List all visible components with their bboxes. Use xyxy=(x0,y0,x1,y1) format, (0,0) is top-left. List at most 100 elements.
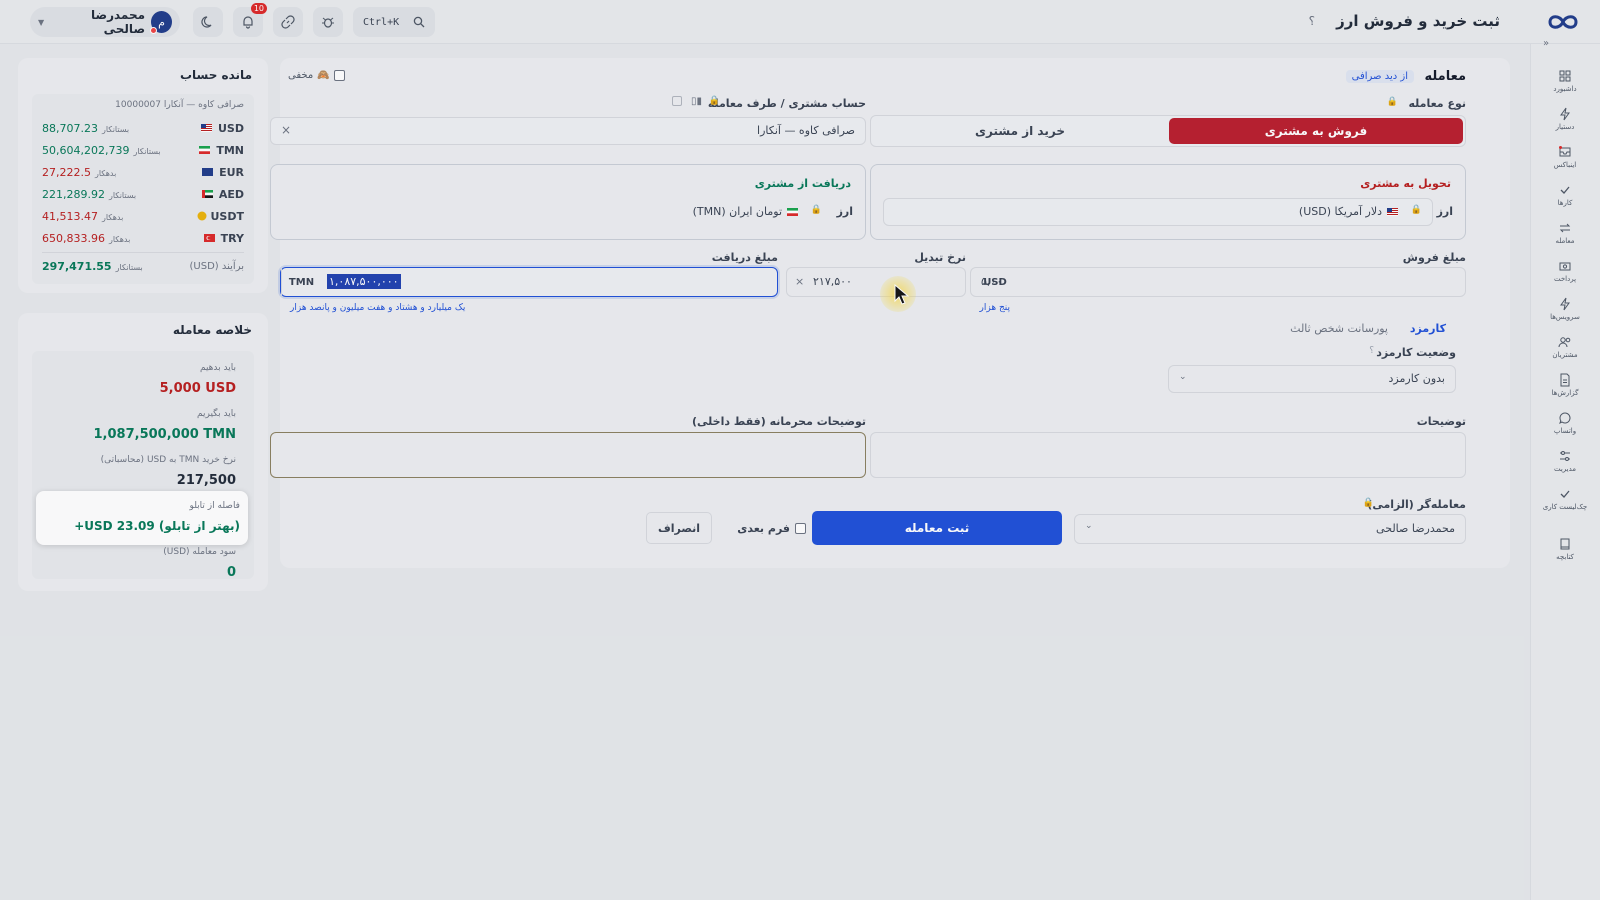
receive-currency: تومان ایران (TMN) xyxy=(693,205,800,218)
nav-item-customers[interactable]: مشتریان xyxy=(1530,334,1600,359)
balance-tag: بدهکار xyxy=(101,212,124,222)
account-select[interactable]: صرافی کاوه — آنکارا × xyxy=(270,117,866,145)
chart-icon[interactable]: ▮▯ xyxy=(691,96,702,107)
receive-currency-select[interactable]: تومان ایران (TMN) 🔒 xyxy=(283,198,833,226)
balance-row-tmn: TMN 50,604,202,739 بستانکار xyxy=(42,140,244,160)
trader-select[interactable]: محمدرضا صالحی ⌄ xyxy=(1074,514,1466,544)
section-title: معامله xyxy=(1424,69,1466,84)
bug-icon xyxy=(322,17,334,28)
notifications-button[interactable]: 10 xyxy=(233,3,267,37)
board-distance-card: فاصله از تابلو (بهتر از تابلو) USD 23.09… xyxy=(36,491,248,545)
balance-currency: USD xyxy=(218,121,244,135)
uae-flag-icon xyxy=(201,190,213,198)
tab-third-party-commission[interactable]: پورسانت شخص ثالث xyxy=(1290,322,1388,335)
rate-summary-value: 217,500 xyxy=(176,473,236,488)
nav-item-handbook[interactable]: کتابچه xyxy=(1530,536,1600,561)
help-icon[interactable]: ؟ xyxy=(1369,346,1374,356)
nav-label: پرداخت xyxy=(1553,275,1577,283)
help-icon[interactable]: ؟ xyxy=(1309,14,1315,28)
link-button[interactable] xyxy=(273,7,303,37)
nav-item-services[interactable]: سرویس‌ها xyxy=(1530,296,1600,321)
nav-label: معامله xyxy=(1555,237,1575,245)
nav-item-inbox[interactable]: اینباکس xyxy=(1530,144,1600,169)
nav-item-reports[interactable]: گزارش‌ها xyxy=(1530,372,1600,397)
account-label: حساب مشتری / طرف معامله xyxy=(707,97,866,110)
private-notes-textarea[interactable] xyxy=(270,432,866,478)
lock-icon: 🔒 xyxy=(1410,205,1422,215)
balance-currency: AED xyxy=(218,187,244,201)
nav-item-management[interactable]: مدیریت xyxy=(1530,448,1600,473)
nav-item-tasks[interactable]: کارها xyxy=(1530,182,1600,207)
clear-icon[interactable]: × xyxy=(281,123,291,137)
section-subtitle-badge: از دید صرافی xyxy=(1345,70,1414,83)
tab-fee[interactable]: کارمزد xyxy=(1410,322,1446,335)
trader-value: محمدرضا صالحی xyxy=(1376,522,1455,535)
sell-amount-input[interactable]: ۵,۰۰۰ xyxy=(970,267,1466,297)
fee-status-select[interactable]: بدون کارمزد ⌄ xyxy=(1168,365,1456,393)
balance-value: 650,833.96 xyxy=(42,231,105,245)
next-form-checkbox[interactable] xyxy=(795,523,806,534)
trade-type-segmented: فروش به مشتری خرید از مشتری xyxy=(870,115,1466,147)
notes-label: توضیحات xyxy=(1416,415,1466,428)
book-icon xyxy=(1560,538,1570,550)
profit-value: 0 xyxy=(226,565,236,580)
nav-item-dashboard[interactable]: داشبورد xyxy=(1530,68,1600,93)
users-icon xyxy=(1558,337,1571,348)
nav-label: دستیار xyxy=(1555,123,1575,131)
search-button[interactable]: Ctrl+K xyxy=(353,7,435,37)
submit-trade-button[interactable]: ثبت معامله xyxy=(812,511,1062,545)
bug-report-button[interactable] xyxy=(313,7,343,37)
next-form-toggle[interactable]: فرم بعدی xyxy=(737,522,806,535)
checklist-icon xyxy=(1560,490,1570,498)
nav-label: مدیریت xyxy=(1553,465,1577,473)
payment-icon xyxy=(1559,262,1571,271)
services-icon xyxy=(1560,297,1570,311)
nav-label: اینباکس xyxy=(1553,161,1577,169)
nav-label: داشبورد xyxy=(1553,85,1577,93)
balance-row-try: TRY 650,833.96 بدهکار xyxy=(42,228,244,248)
theme-toggle-button[interactable] xyxy=(193,7,223,37)
user-menu[interactable]: م محمدرضا صالحی ▼ xyxy=(30,7,180,37)
cancel-button[interactable]: انصراف xyxy=(646,512,712,544)
lock-icon: 🔒 xyxy=(810,205,822,215)
hidden-checkbox[interactable] xyxy=(333,70,345,81)
receive-amount-label: مبلغ دریافت xyxy=(711,251,778,264)
nav-item-trade[interactable]: معامله xyxy=(1530,220,1600,245)
balance-account: صرافی کاوه — آنکارا 10000007 xyxy=(115,100,244,110)
hidden-icon: 🙈 xyxy=(317,70,330,81)
user-name: محمدرضا صالحی xyxy=(90,8,146,36)
notes-textarea[interactable] xyxy=(870,432,1466,478)
sell-amount-currency: USD xyxy=(983,276,1007,288)
copy-icon[interactable] xyxy=(672,96,682,106)
balance-currency: TRY xyxy=(220,231,244,245)
nav-item-whatsapp[interactable]: واتساپ xyxy=(1530,410,1600,435)
account-balance-card: مانده حساب صرافی کاوه — آنکارا 10000007 … xyxy=(18,58,268,293)
rate-summary-label: نرخ خرید TMN به USD (محاسباتی) xyxy=(100,455,236,465)
nav-item-payment[interactable]: پرداخت xyxy=(1530,258,1600,283)
iran-flag-icon xyxy=(199,146,211,154)
rate-input[interactable]: ۲۱۷,۵۰۰ × xyxy=(786,267,966,297)
receive-amount-input[interactable]: ۱,۰۸۷,۵۰۰,۰۰۰ TMN xyxy=(280,267,778,297)
sell-to-customer-button[interactable]: فروش به مشتری xyxy=(1169,118,1463,144)
hidden-toggle[interactable]: 🙈 مخفی xyxy=(288,70,345,81)
report-icon xyxy=(1560,373,1570,387)
balance-currency: USDT xyxy=(210,209,245,223)
app-logo-icon xyxy=(1548,15,1578,29)
balance-row-usd: USD 88,707.23 بستانکار xyxy=(42,118,244,138)
balance-value: 221,289.92 xyxy=(42,187,105,201)
avatar: م xyxy=(150,11,172,34)
lock-icon: 🔒 xyxy=(1362,498,1374,508)
page-title: ثبت خرید و فروش ارز xyxy=(1336,12,1500,30)
buy-from-customer-button[interactable]: خرید از مشتری xyxy=(873,118,1167,144)
nav-label: مشتریان xyxy=(1552,351,1578,359)
nav-item-assistant[interactable]: دستیار xyxy=(1530,106,1600,131)
status-dot xyxy=(150,27,158,34)
deliver-currency-select[interactable]: دلار آمریکا (USD) 🔒 xyxy=(883,198,1433,226)
nav-item-checklist[interactable]: چک‌لیست کاری xyxy=(1530,486,1600,511)
balance-row-eur: EUR 27,222.5 بدهکار xyxy=(42,162,244,182)
multiply-icon: × xyxy=(795,275,805,288)
chevron-down-icon: ⌄ xyxy=(1085,521,1093,531)
balance-value: 27,222.5 xyxy=(42,165,91,179)
balance-tag: بستانکار xyxy=(108,190,137,200)
collapse-nav-icon[interactable]: « xyxy=(1538,38,1554,54)
